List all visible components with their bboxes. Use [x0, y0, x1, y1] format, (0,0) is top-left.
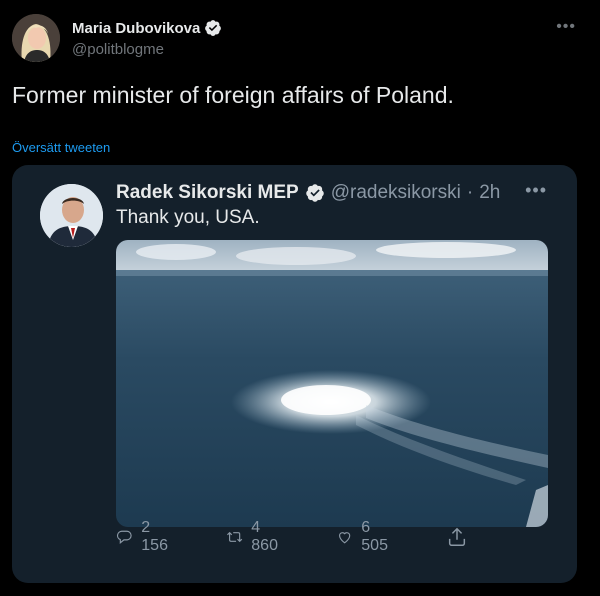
author-handle[interactable]: @politblogme: [72, 41, 164, 58]
reply-icon: [116, 530, 132, 544]
author-avatar[interactable]: [12, 14, 60, 62]
reply-button[interactable]: 2 156: [116, 519, 173, 555]
author-name[interactable]: Maria Dubovikova: [72, 19, 222, 37]
tweet-text: Former minister of foreign affairs of Po…: [12, 82, 454, 108]
quoted-timestamp[interactable]: 2h: [479, 182, 500, 204]
quoted-tweet-card[interactable]: Radek Sikorski MEP @radeksikorski · 2h •…: [12, 165, 577, 583]
like-icon: [339, 532, 351, 544]
translate-tweet-link[interactable]: Översätt tweeten: [12, 140, 110, 155]
verified-badge-icon: [205, 20, 222, 36]
quoted-tweet-header: Radek Sikorski MEP @radeksikorski · 2h: [116, 182, 500, 204]
share-button[interactable]: [446, 526, 468, 548]
reply-count: 2 156: [141, 519, 168, 554]
quoted-tweet-text: Thank you, USA.: [116, 207, 260, 228]
quoted-author-handle[interactable]: @radeksikorski: [331, 182, 461, 204]
verified-badge-icon: [305, 184, 324, 202]
more-icon[interactable]: •••: [556, 18, 576, 36]
share-icon: [448, 527, 466, 546]
retweet-count: 4 860: [251, 519, 278, 554]
author-name-text[interactable]: Maria Dubovikova: [72, 20, 200, 37]
quoted-tweet-image[interactable]: [116, 240, 548, 527]
separator-dot: ·: [466, 182, 474, 203]
retweet-icon: [227, 531, 243, 543]
quoted-author-avatar[interactable]: [40, 184, 103, 247]
retweet-button[interactable]: 4 860: [226, 519, 283, 555]
more-icon[interactable]: •••: [525, 180, 547, 201]
like-button[interactable]: 6 505: [336, 519, 393, 555]
like-count: 6 505: [361, 519, 388, 554]
quoted-author-name[interactable]: Radek Sikorski MEP: [116, 182, 299, 204]
